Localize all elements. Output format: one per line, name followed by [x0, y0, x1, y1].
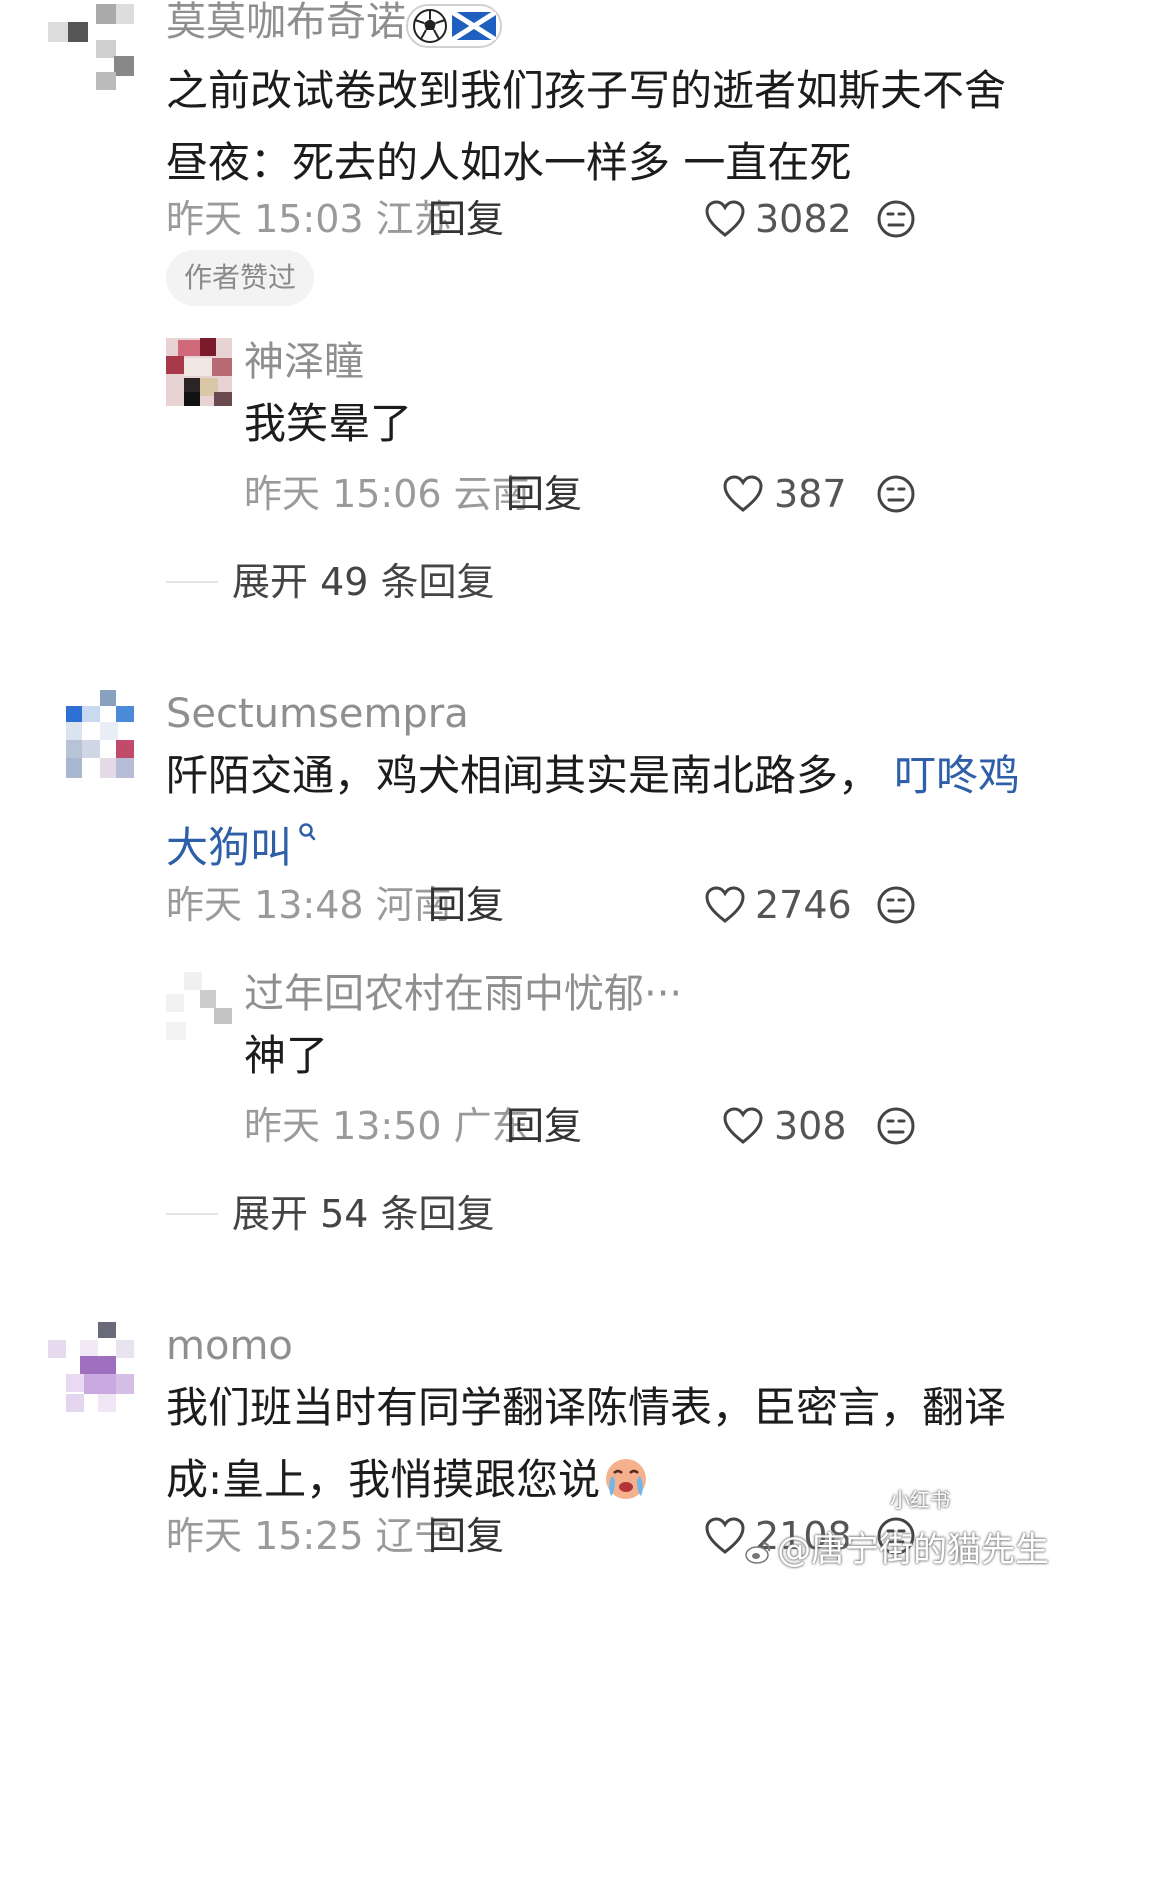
comment-text: 之前改试卷改到我们孩子写的逝者如斯夫不舍 [166, 66, 1007, 115]
reply-meta: 昨天 13:50 广东 [244, 1104, 530, 1148]
username[interactable]: 神泽瞳 [244, 339, 364, 385]
avatar[interactable] [48, 0, 134, 90]
heart-outline-icon[interactable] [704, 1516, 746, 1556]
reply-button[interactable]: 回复 [506, 1104, 582, 1148]
soccer-ball-icon [413, 9, 447, 43]
neutral-face-icon[interactable] [876, 474, 916, 514]
search-link[interactable]: 叮咚鸡 [894, 751, 1020, 800]
heart-outline-icon[interactable] [722, 474, 764, 514]
reply-button[interactable]: 回复 [428, 883, 504, 927]
crying-emoji-icon [606, 1459, 647, 1499]
avatar[interactable] [66, 690, 134, 790]
scotland-flag-icon [452, 12, 496, 40]
reply-meta: 昨天 15:06 云南 [244, 472, 530, 516]
comment-text-plain: 阡陌交通，鸡犬相闻其实是南北路多， [166, 751, 881, 800]
comment-meta: 昨天 15:03 江苏 [166, 197, 452, 241]
search-icon[interactable] [298, 822, 318, 844]
expand-divider [166, 581, 218, 583]
reply-button[interactable]: 回复 [428, 1514, 504, 1558]
comment-text: 阡陌交通，鸡犬相闻其实是南北路多， 叮咚鸡 [166, 740, 1020, 812]
small-watermark: 小红书 [890, 1488, 950, 1512]
weibo-logo-icon [745, 1542, 771, 1564]
comment-text-tail: 成:皇上，我悄摸跟您说 [166, 1455, 601, 1504]
comment-text: 昼夜：死去的人如水一样多 一直在死 [166, 138, 852, 187]
username[interactable]: 过年回农村在雨中忧郁··· [244, 971, 682, 1017]
avatar[interactable] [166, 338, 232, 406]
username[interactable]: 莫莫咖布奇诺 [166, 0, 406, 45]
comment-text: 成:皇上，我悄摸跟您说 [166, 1444, 1006, 1516]
heart-outline-icon[interactable] [722, 1106, 764, 1146]
user-badge [406, 4, 502, 48]
avatar[interactable] [48, 1322, 134, 1422]
username[interactable]: momo [166, 1323, 293, 1369]
expand-replies-button[interactable]: 展开 49 条回复 [232, 560, 495, 604]
like-count: 3082 [755, 197, 852, 241]
like-count: 308 [774, 1104, 847, 1148]
comment-text: 大狗叫 [166, 812, 1020, 884]
comment-meta: 昨天 13:48 河南 [166, 883, 452, 927]
author-liked-badge: 作者赞过 [166, 250, 315, 306]
like-count: 2746 [755, 883, 852, 927]
heart-outline-icon[interactable] [704, 199, 746, 239]
reply-button[interactable]: 回复 [428, 197, 504, 241]
avatar[interactable] [166, 972, 232, 1040]
like-count: 387 [774, 472, 847, 516]
reply-button[interactable]: 回复 [506, 472, 582, 516]
comment-meta: 昨天 15:25 辽宁 [166, 1514, 452, 1558]
reply-text: 神了 [244, 1031, 329, 1080]
reply-text: 我笑晕了 [244, 399, 413, 448]
comment-text: 我们班当时有同学翻译陈情表，臣密言，翻译 [166, 1383, 1007, 1432]
watermark: @唐宁街的猫先生 [777, 1530, 1050, 1570]
neutral-face-icon[interactable] [876, 199, 916, 239]
neutral-face-icon[interactable] [876, 1106, 916, 1146]
neutral-face-icon[interactable] [876, 885, 916, 925]
heart-outline-icon[interactable] [704, 885, 746, 925]
expand-divider [166, 1213, 218, 1215]
expand-replies-button[interactable]: 展开 54 条回复 [232, 1192, 495, 1236]
username[interactable]: Sectumsempra [166, 691, 469, 737]
search-link[interactable]: 大狗叫 [166, 823, 292, 872]
